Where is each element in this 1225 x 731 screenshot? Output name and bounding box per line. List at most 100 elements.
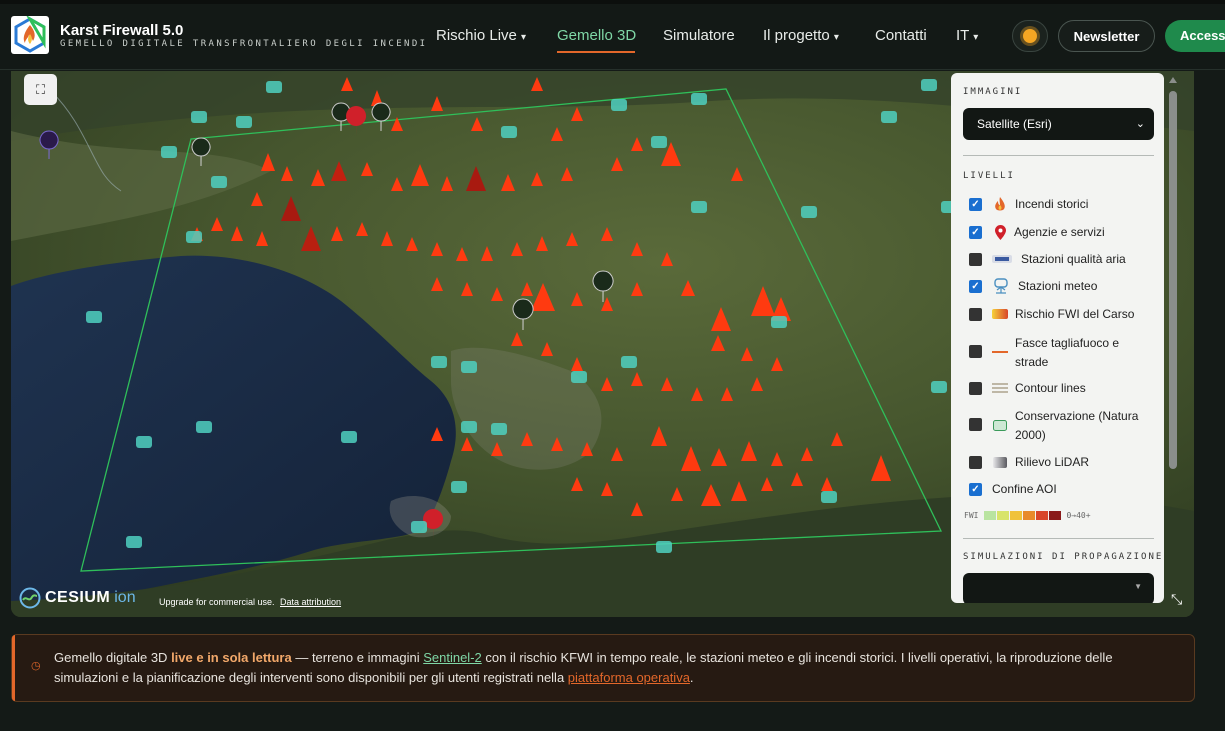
- banner-text-part: — terreno e immagini: [291, 650, 424, 665]
- nav-simulatore[interactable]: Simulatore: [663, 27, 735, 44]
- checkbox-checked-icon[interactable]: ✓: [969, 279, 982, 293]
- checkbox-unchecked-icon[interactable]: [969, 345, 982, 358]
- nav-contatti[interactable]: Contatti: [875, 27, 927, 44]
- newsletter-button[interactable]: Newsletter: [1058, 20, 1155, 52]
- cesium-logo[interactable]: CESIUM ion: [19, 587, 136, 609]
- scrollbar-thumb[interactable]: [1169, 91, 1177, 469]
- layer-rischio-fwi[interactable]: Rischio FWI del Carso: [969, 307, 1134, 321]
- air-station-icon: [992, 252, 1012, 266]
- active-tab-underline: [557, 51, 635, 53]
- layer-label: Stazioni meteo: [1018, 279, 1098, 293]
- simulations-select[interactable]: ▼: [963, 573, 1154, 603]
- layer-label-line1: Fasce tagliafuoco e: [1015, 336, 1120, 350]
- nav-label: Il progetto: [763, 27, 830, 44]
- cesium-credit: Upgrade for commercial use.: [159, 597, 275, 607]
- theme-toggle-button[interactable]: [1012, 20, 1048, 52]
- chevron-down-icon: ▾: [973, 32, 979, 43]
- top-navbar: Karst Firewall 5.0 GEMELLO DIGITALE TRAN…: [0, 0, 1225, 70]
- layer-label-line2: 2000): [1015, 428, 1046, 442]
- operational-platform-link[interactable]: piattaforma operativa: [568, 670, 690, 685]
- checkbox-unchecked-icon[interactable]: [969, 307, 982, 321]
- imagery-select[interactable]: Satellite (Esri) ⌄: [963, 108, 1154, 140]
- layer-label: Rischio FWI del Carso: [1015, 307, 1135, 321]
- layer-stazioni-qualita-aria[interactable]: Stazioni qualità aria: [969, 252, 1126, 266]
- layer-natura-2000[interactable]: Conservazione (Natura 2000): [969, 407, 1138, 445]
- banner-emphasis: live e in sola lettura: [171, 650, 292, 665]
- access-button[interactable]: Accesso: [1165, 20, 1225, 52]
- checkbox-checked-icon[interactable]: ✓: [969, 197, 982, 211]
- language-label: IT: [956, 27, 970, 44]
- nav-rischio-live[interactable]: Rischio Live ▾: [436, 27, 526, 44]
- fullscreen-icon: ⛶: [35, 81, 46, 97]
- layer-label: Stazioni qualità aria: [1021, 252, 1126, 266]
- checkbox-unchecked-icon[interactable]: [969, 418, 982, 431]
- banner-text-part: Gemello digitale 3D: [54, 650, 172, 665]
- cesium-ion-label: ion: [114, 589, 136, 606]
- checkbox-unchecked-icon[interactable]: [969, 252, 982, 266]
- layer-stazioni-meteo[interactable]: ✓ Stazioni meteo: [969, 278, 1098, 294]
- fwi-legend: FWI 0→40+: [964, 511, 1091, 520]
- chevron-down-icon: ⌄: [1135, 118, 1145, 130]
- imagery-select-value: Satellite (Esri): [977, 117, 1052, 131]
- banner-text-part: .: [689, 670, 694, 685]
- layer-contour-lines[interactable]: Contour lines: [969, 381, 1086, 395]
- layer-agenzie-servizi[interactable]: ✓ Agenzie e servizi: [969, 224, 1105, 240]
- fwi-swatch: [997, 511, 1010, 520]
- checkbox-unchecked-icon[interactable]: [969, 381, 982, 395]
- nav-gemello-3d[interactable]: Gemello 3D: [557, 27, 636, 44]
- brand-title[interactable]: Karst Firewall 5.0: [60, 22, 183, 39]
- fwi-legend-range: 0→40+: [1066, 511, 1091, 520]
- layers-panel: IMMAGINI Satellite (Esri) ⌄ LIVELLI ✓ In…: [951, 73, 1164, 603]
- fwi-swatch: [1023, 511, 1036, 520]
- language-selector[interactable]: IT ▾: [956, 27, 978, 44]
- layer-label: Agenzie e servizi: [1014, 225, 1105, 239]
- scroll-up-icon[interactable]: [1169, 77, 1177, 83]
- layer-confine-aoi[interactable]: ✓ Confine AOI: [969, 482, 1057, 496]
- fwi-legend-label: FWI: [964, 511, 979, 520]
- panel-scrollbar[interactable]: [1166, 73, 1180, 601]
- clock-icon: ◷: [31, 660, 41, 672]
- divider: [963, 155, 1154, 156]
- fwi-swatch: [984, 511, 997, 520]
- data-attribution-link[interactable]: Data attribution: [280, 597, 341, 607]
- simulations-section-label: SIMULAZIONI DI PROPAGAZIONE: [963, 552, 1164, 562]
- cesium-brand: CESIUM: [45, 589, 111, 606]
- layer-label-line1: Conservazione (Natura: [1015, 409, 1139, 423]
- brand-subtitle: GEMELLO DIGITALE TRANSFRONTALIERO DEGLI …: [60, 39, 428, 49]
- lidar-gradient-icon: [992, 455, 1008, 469]
- layer-label: Rilievo LiDAR: [1015, 455, 1090, 469]
- fwi-gradient-icon: [992, 307, 1008, 321]
- map-pin-icon: [992, 224, 1008, 240]
- layer-rilievo-lidar[interactable]: Rilievo LiDAR: [969, 455, 1089, 469]
- layer-label: Incendi storici: [1015, 197, 1089, 211]
- layer-label: Contour lines: [1015, 381, 1086, 395]
- sun-icon: [1023, 29, 1037, 43]
- fwi-swatch: [1049, 511, 1062, 520]
- flame-icon: [992, 196, 1008, 211]
- layer-label-line2: strade: [1015, 355, 1049, 369]
- fullscreen-button[interactable]: ⛶: [24, 74, 57, 105]
- info-banner: ◷ Gemello digitale 3D live e in sola let…: [11, 634, 1195, 702]
- layer-incendi-storici[interactable]: ✓ Incendi storici: [969, 196, 1089, 211]
- checkbox-checked-icon[interactable]: ✓: [969, 225, 982, 239]
- layer-label: Fasce tagliafuoco e strade: [1015, 334, 1119, 372]
- layer-label: Conservazione (Natura 2000): [1015, 407, 1138, 445]
- checkbox-unchecked-icon[interactable]: [969, 455, 982, 469]
- chevron-down-icon: ▾: [521, 32, 527, 43]
- fwi-swatch: [1036, 511, 1049, 520]
- checkbox-checked-icon[interactable]: ✓: [969, 482, 982, 496]
- layer-label: Confine AOI: [992, 482, 1057, 496]
- divider: [963, 538, 1154, 539]
- fwi-swatch: [1010, 511, 1023, 520]
- firebreak-line-icon: [992, 345, 1008, 359]
- nav-il-progetto[interactable]: Il progetto ▾: [763, 27, 839, 44]
- cesium-globe-icon: [19, 587, 41, 609]
- natura-2000-icon: [992, 418, 1008, 432]
- contour-lines-icon: [992, 381, 1008, 395]
- chevron-down-icon: ▾: [833, 32, 839, 43]
- sentinel-2-link[interactable]: Sentinel-2: [423, 650, 482, 665]
- imagery-section-label: IMMAGINI: [963, 87, 1023, 97]
- layer-fasce-tagliafuoco[interactable]: Fasce tagliafuoco e strade: [969, 334, 1119, 372]
- brand-logo[interactable]: [11, 14, 49, 54]
- hexagon-flame-icon: [14, 14, 46, 53]
